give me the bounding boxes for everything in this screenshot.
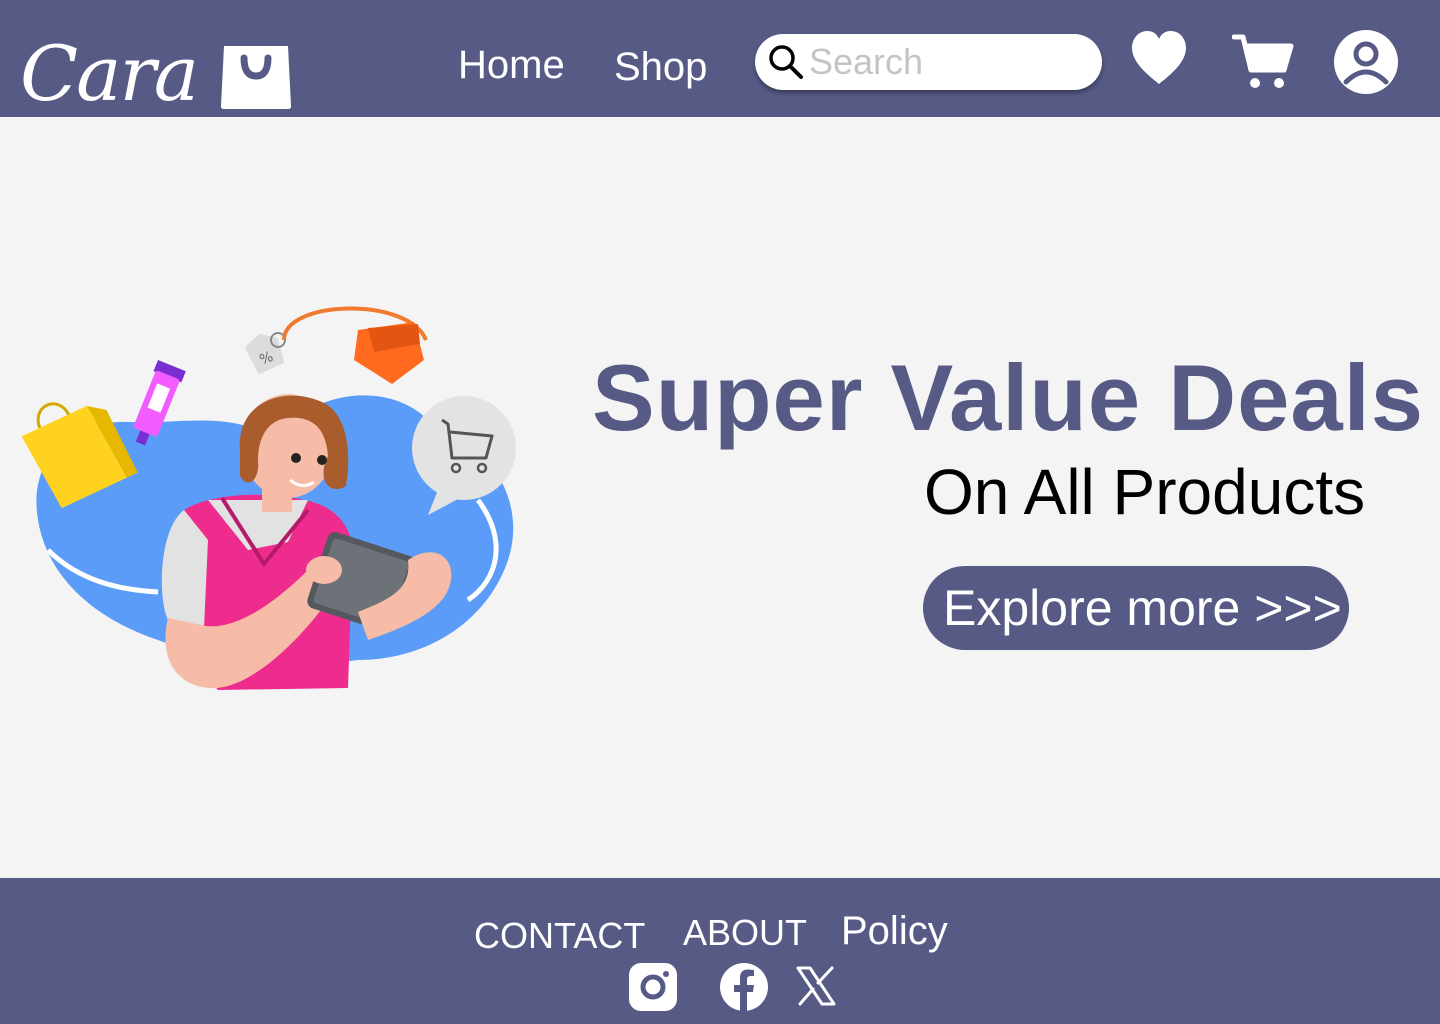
cart-icon[interactable] — [1232, 32, 1294, 90]
nav-home-link[interactable]: Home — [458, 40, 565, 90]
heart-icon[interactable] — [1130, 30, 1188, 86]
search-input[interactable] — [809, 40, 1089, 84]
shopping-bag-icon — [221, 46, 291, 109]
search-icon[interactable] — [767, 43, 805, 81]
search-bar[interactable] — [755, 34, 1102, 90]
instagram-icon[interactable] — [628, 962, 678, 1012]
site-footer: CONTACT ABOUT Policy — [0, 878, 1440, 1024]
user-icon[interactable] — [1332, 28, 1400, 96]
hero-title: Super Value Deals — [592, 345, 1425, 450]
shopping-illustration: % — [21, 306, 516, 690]
footer-contact-link[interactable]: CONTACT — [474, 916, 645, 956]
hero-subtitle: On All Products — [924, 456, 1366, 528]
brand-logo[interactable]: Cara — [18, 28, 308, 114]
explore-more-button[interactable]: Explore more >>> — [923, 566, 1349, 650]
footer-policy-link[interactable]: Policy — [841, 908, 948, 954]
footer-about-link[interactable]: ABOUT — [683, 913, 807, 953]
site-header: Cara Home Shop — [0, 0, 1440, 117]
nav-shop-link[interactable]: Shop — [614, 42, 707, 92]
logo-text: Cara — [20, 29, 199, 118]
x-icon[interactable] — [796, 966, 836, 1006]
facebook-icon[interactable] — [719, 962, 769, 1012]
